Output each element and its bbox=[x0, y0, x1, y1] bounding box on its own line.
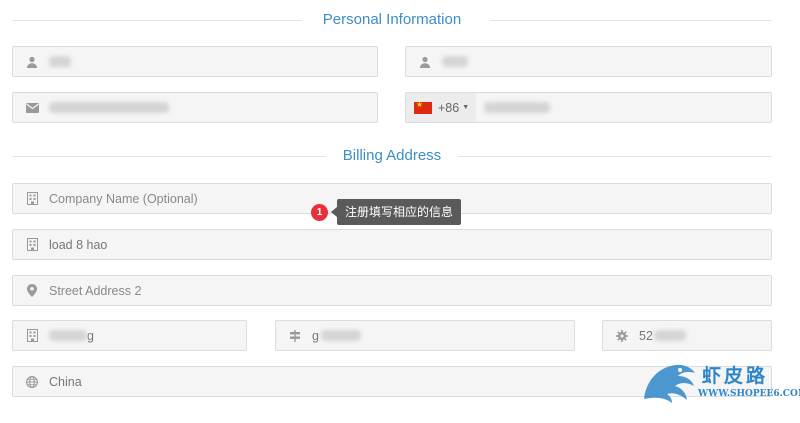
state-blurred-value bbox=[320, 330, 361, 341]
phone-blurred-value bbox=[484, 102, 550, 113]
user-icon bbox=[418, 55, 432, 69]
watermark: 虾皮路 WWW.SHOPEE6.COM bbox=[640, 357, 800, 407]
phone-field[interactable]: +86 ▼ bbox=[405, 92, 772, 123]
china-flag-icon bbox=[414, 100, 432, 114]
postcode-field[interactable]: 52 bbox=[602, 320, 772, 351]
dragon-logo-icon bbox=[644, 364, 695, 403]
map-pin-icon bbox=[25, 284, 39, 298]
watermark-title: 虾皮路 bbox=[702, 365, 769, 387]
country-code-selector[interactable]: +86 ▼ bbox=[406, 93, 476, 122]
company-name-placeholder: Company Name (Optional) bbox=[49, 191, 198, 206]
watermark-url: WWW.SHOPEE6.COM bbox=[698, 389, 800, 399]
envelope-icon bbox=[25, 101, 39, 115]
instruction-tooltip: 注册填写相应的信息 bbox=[330, 199, 462, 225]
first-name-field[interactable] bbox=[12, 46, 378, 77]
last-name-blurred-value bbox=[442, 56, 468, 67]
first-name-blurred-value bbox=[49, 56, 71, 67]
personal-info-heading: Personal Information bbox=[322, 11, 462, 28]
address-line2-field[interactable]: Street Address 2 bbox=[12, 275, 772, 306]
city-value: g bbox=[87, 328, 94, 343]
chevron-down-icon: ▼ bbox=[462, 104, 470, 111]
signpost-icon bbox=[288, 329, 302, 343]
country-value: China bbox=[49, 374, 82, 389]
email-field[interactable] bbox=[12, 92, 378, 123]
email-blurred-value bbox=[49, 102, 169, 113]
globe-icon bbox=[25, 375, 39, 389]
building-icon bbox=[25, 192, 39, 206]
address-line1-field[interactable]: load 8 hao bbox=[12, 229, 772, 260]
city-blurred-value bbox=[49, 330, 87, 341]
last-name-field[interactable] bbox=[405, 46, 772, 77]
state-value: g bbox=[312, 328, 319, 343]
gear-icon bbox=[615, 329, 629, 343]
step-number-badge: 1 bbox=[311, 204, 328, 221]
address-line1-value: load 8 hao bbox=[49, 237, 108, 252]
postcode-blurred-value bbox=[653, 330, 686, 341]
state-field[interactable]: g bbox=[275, 320, 575, 351]
postcode-value: 52 bbox=[639, 328, 653, 343]
dial-code: +86 bbox=[438, 100, 460, 115]
billing-address-heading: Billing Address bbox=[342, 147, 442, 164]
personal-info-divider: Personal Information bbox=[12, 10, 772, 30]
user-icon bbox=[25, 55, 39, 69]
billing-address-divider: Billing Address bbox=[12, 146, 772, 166]
city-field[interactable]: g bbox=[12, 320, 247, 351]
building-icon bbox=[25, 238, 39, 252]
building-icon bbox=[25, 329, 39, 343]
address-line2-placeholder: Street Address 2 bbox=[49, 283, 142, 298]
